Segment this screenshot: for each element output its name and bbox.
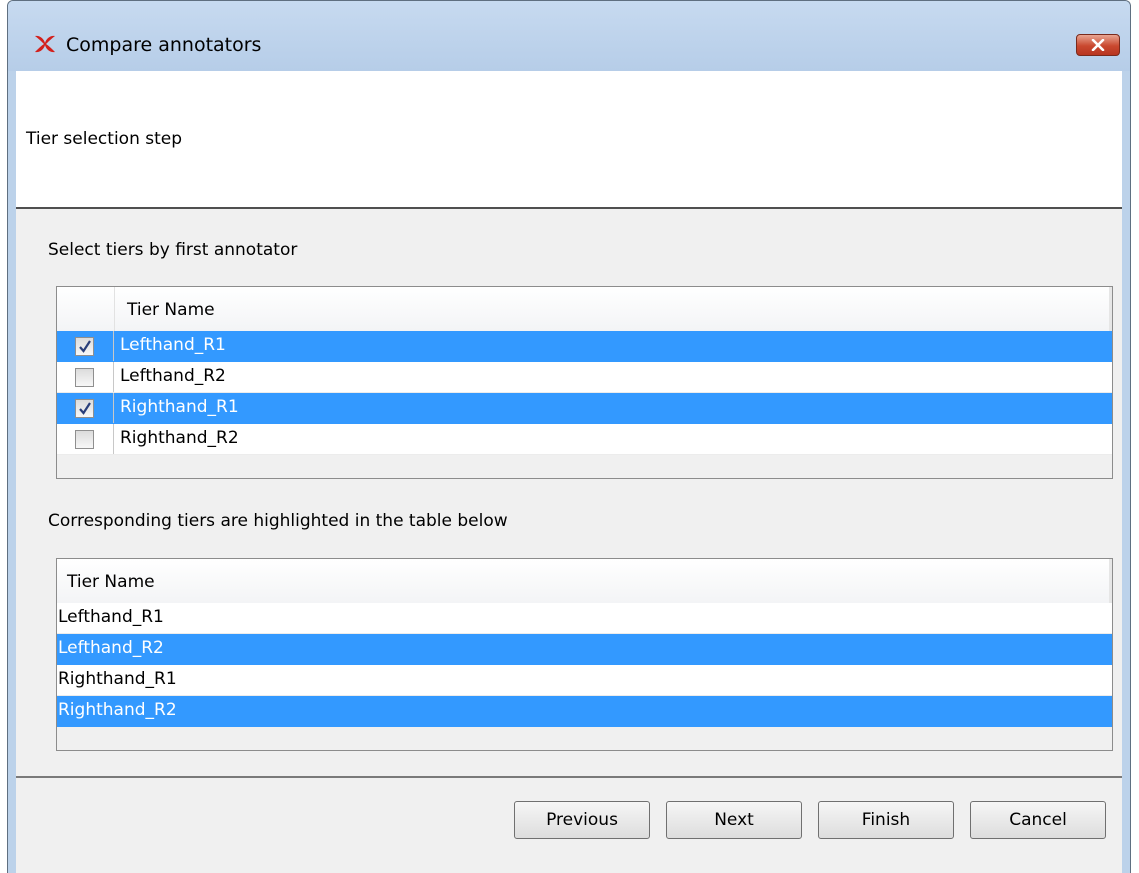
tier-name: Lefthand_R2	[120, 366, 226, 386]
tier-name-column-header[interactable]: Tier Name	[127, 300, 215, 320]
checkmark-icon	[79, 402, 91, 415]
finish-button[interactable]: Finish	[818, 801, 954, 839]
next-button[interactable]: Next	[666, 801, 802, 839]
tier-name: Lefthand_R1	[120, 335, 226, 355]
tier-name: Righthand_R2	[120, 428, 239, 448]
checkbox[interactable]	[75, 399, 94, 418]
title-bar[interactable]: Compare annotators	[8, 1, 1130, 71]
close-button[interactable]	[1076, 34, 1120, 56]
step-title: Tier selection step	[26, 129, 183, 149]
corresponding-tiers-table: Tier Name Lefthand_R1 Lefthand_R2 Righth…	[56, 558, 1113, 751]
table-row[interactable]: Righthand_R1	[57, 393, 1112, 424]
tier-name: Righthand_R1	[120, 397, 239, 417]
tier-name: Lefthand_R1	[58, 607, 164, 627]
table-row[interactable]: Lefthand_R2	[57, 634, 1112, 665]
step-header-panel: Tier selection step	[16, 71, 1122, 209]
first-annotator-label: Select tiers by first annotator	[48, 240, 298, 260]
dialog-content: Tier selection step Select tiers by firs…	[16, 71, 1122, 873]
table-row[interactable]: Lefthand_R1	[57, 603, 1112, 634]
app-logo-icon	[35, 35, 55, 53]
table-row[interactable]: Righthand_R2	[57, 424, 1112, 455]
tier-name: Righthand_R2	[58, 700, 177, 720]
table-row[interactable]: Lefthand_R2	[57, 362, 1112, 393]
table-row[interactable]: Righthand_R1	[57, 665, 1112, 696]
tier-name: Righthand_R1	[58, 669, 177, 689]
close-icon	[1091, 39, 1105, 51]
first-annotator-table: Tier Name Lefthand_R1 Lefthand_R2 Righth…	[56, 286, 1113, 479]
table-row[interactable]: Righthand_R2	[57, 696, 1112, 727]
table-header: Tier Name	[57, 287, 1112, 332]
tier-name-column-header[interactable]: Tier Name	[67, 572, 155, 592]
checkbox[interactable]	[75, 368, 94, 387]
checkbox[interactable]	[75, 430, 94, 449]
tier-name: Lefthand_R2	[58, 638, 164, 658]
button-bar-divider	[16, 776, 1122, 778]
corresponding-tiers-label: Corresponding tiers are highlighted in t…	[48, 511, 508, 531]
cancel-button[interactable]: Cancel	[970, 801, 1106, 839]
window-title: Compare annotators	[66, 34, 262, 56]
dialog-window: Compare annotators Tier selection step S…	[7, 0, 1131, 873]
checkmark-icon	[79, 340, 91, 353]
checkbox-column-header[interactable]	[114, 287, 115, 331]
table-row[interactable]: Lefthand_R1	[57, 331, 1112, 362]
checkbox[interactable]	[75, 337, 94, 356]
previous-button[interactable]: Previous	[514, 801, 650, 839]
table-header: Tier Name	[57, 559, 1112, 604]
